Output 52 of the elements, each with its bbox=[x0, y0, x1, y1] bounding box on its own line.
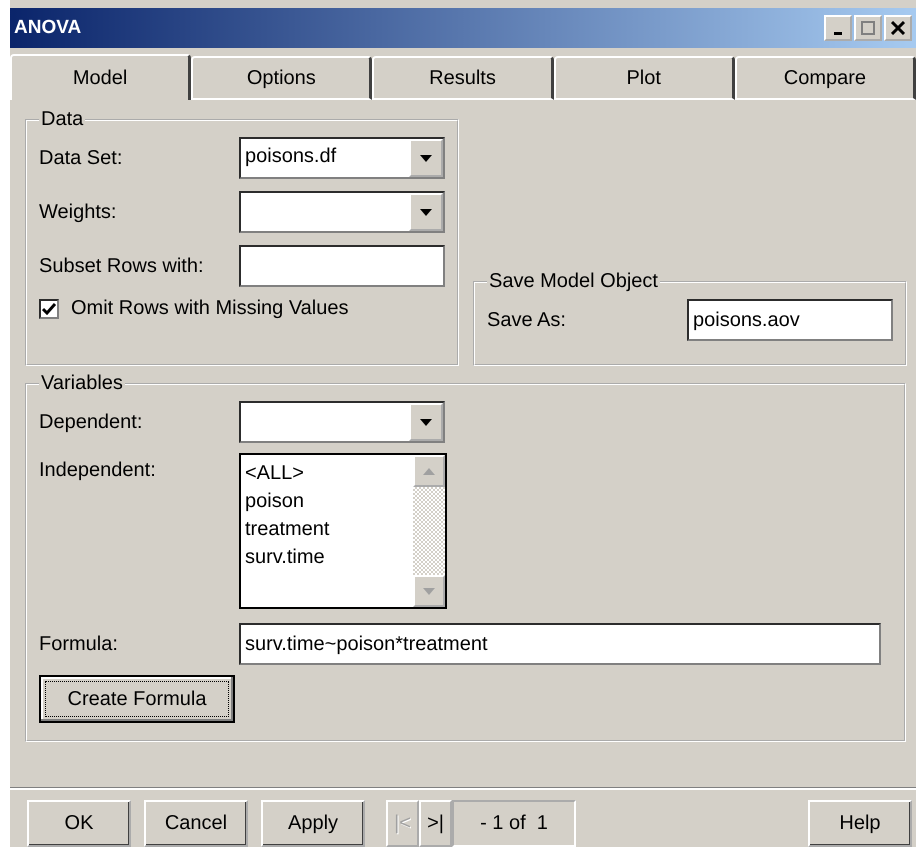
window-title: ANOVA bbox=[14, 17, 82, 39]
help-button[interactable]: Help bbox=[808, 800, 912, 847]
scrollbar[interactable] bbox=[413, 455, 445, 607]
minimize-icon bbox=[834, 32, 842, 34]
tab[interactable]: Model bbox=[10, 54, 192, 100]
group-title: Data bbox=[40, 108, 84, 131]
page-nav-button[interactable]: >| bbox=[419, 800, 452, 847]
caret-icon bbox=[420, 418, 432, 426]
scroll-down-icon bbox=[423, 588, 435, 594]
tab[interactable]: Results bbox=[372, 56, 554, 100]
scroll-up-icon bbox=[423, 468, 435, 474]
input-field[interactable]: poisons.aov bbox=[687, 299, 893, 341]
field-label: Weights: bbox=[39, 200, 118, 224]
group-title: Save Model Object bbox=[488, 270, 659, 293]
create-formula-button[interactable]: Create Formula bbox=[39, 675, 235, 723]
field-label: Save As: bbox=[487, 308, 567, 332]
field-label: Subset Rows with: bbox=[39, 254, 205, 278]
page-indicator: - 1 of 1 bbox=[452, 800, 576, 847]
tab[interactable]: Plot bbox=[554, 56, 735, 100]
dropdown-button[interactable] bbox=[409, 193, 443, 231]
list-item[interactable]: <ALL> bbox=[243, 459, 411, 487]
dropdown[interactable] bbox=[239, 401, 445, 443]
tab[interactable]: Compare bbox=[734, 56, 916, 100]
field-label: Data Set: bbox=[39, 146, 124, 170]
caret-icon bbox=[420, 208, 432, 216]
input-field[interactable] bbox=[239, 245, 445, 287]
dialog-button[interactable]: OK bbox=[27, 800, 131, 847]
dropdown-button[interactable] bbox=[409, 403, 443, 441]
caret-icon bbox=[420, 154, 432, 162]
maximize-button[interactable] bbox=[854, 15, 882, 41]
dropdown-button[interactable] bbox=[409, 139, 443, 177]
maximize-icon bbox=[861, 21, 875, 35]
field-label: Dependent: bbox=[39, 410, 144, 434]
checkbox[interactable] bbox=[39, 298, 59, 318]
dialog-button[interactable]: Cancel bbox=[144, 800, 248, 847]
list-item[interactable]: treatment bbox=[243, 515, 411, 543]
dialog-button[interactable]: Apply bbox=[261, 800, 365, 847]
checkbox-label: Omit Rows with Missing Values bbox=[71, 297, 348, 320]
tab[interactable]: Options bbox=[191, 56, 372, 100]
dropdown-value: poisons.df bbox=[244, 144, 338, 169]
dropdown[interactable] bbox=[239, 191, 445, 233]
group-title: Variables bbox=[40, 372, 124, 395]
list-item[interactable]: poison bbox=[243, 487, 411, 515]
list-box[interactable]: <ALL> poison treatment surv.time bbox=[239, 453, 447, 609]
dropdown[interactable]: poisons.df bbox=[239, 137, 445, 179]
field-label: Formula: bbox=[39, 632, 119, 656]
input-field[interactable]: surv.time~poison*treatment bbox=[239, 623, 881, 665]
close-button[interactable] bbox=[884, 15, 912, 41]
minimize-button[interactable] bbox=[824, 15, 852, 41]
close-icon bbox=[891, 21, 905, 35]
list-item[interactable]: surv.time bbox=[243, 543, 411, 571]
field-label: Independent: bbox=[39, 458, 157, 482]
